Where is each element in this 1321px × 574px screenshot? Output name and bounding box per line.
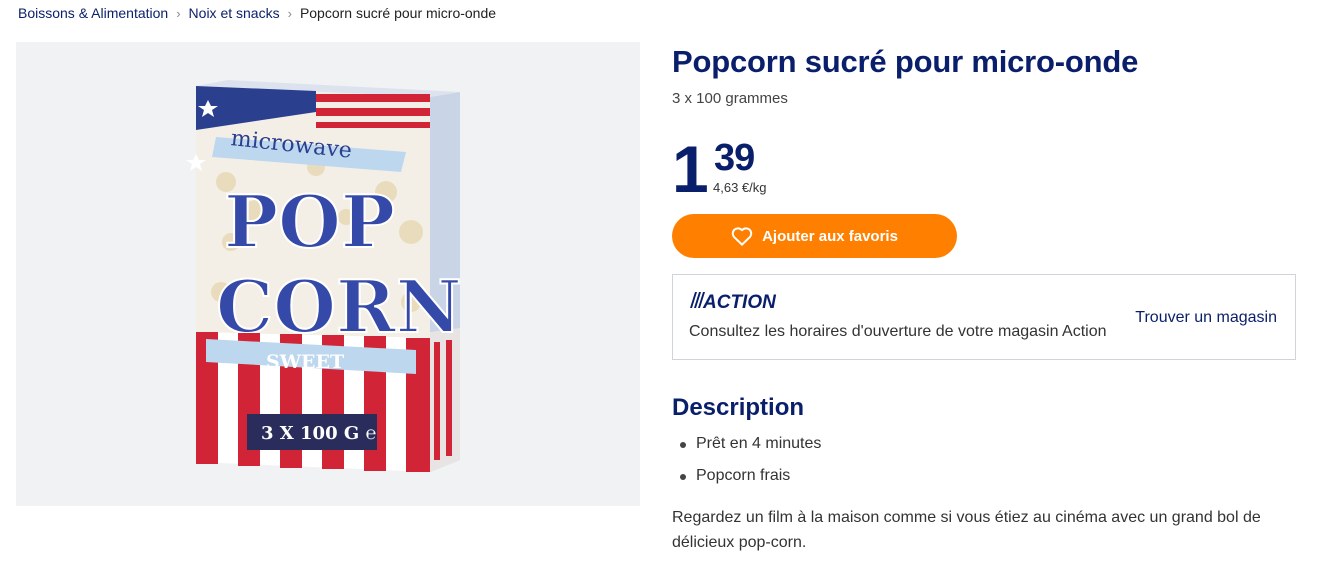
breadcrumb: Boissons & Alimentation › Noix et snacks… <box>18 5 496 21</box>
find-store-link[interactable]: Trouver un magasin <box>1135 309 1277 327</box>
bullet-dot-icon <box>680 442 686 448</box>
store-hours-text: Consultez les horaires d'ouverture de vo… <box>689 323 1107 340</box>
bullet-text: Popcorn frais <box>696 467 791 484</box>
breadcrumb-current: Popcorn sucré pour micro-onde <box>299 5 497 21</box>
bullet-text: Prêt en 4 minutes <box>696 435 822 452</box>
chevron-right-icon: › <box>287 5 292 21</box>
description-heading: Description <box>672 394 805 421</box>
action-logo-text: ACTION <box>702 292 777 311</box>
list-item: Prêt en 4 minutes <box>680 434 821 466</box>
add-to-favorites-button[interactable]: Ajouter aux favoris <box>672 214 957 258</box>
store-finder-box: ACTION Consultez les horaires d'ouvertur… <box>672 274 1296 360</box>
description-text: Regardez un film à la maison comme si vo… <box>672 509 1261 551</box>
box-label-qty: 3 X 100 G ℮ <box>261 423 377 444</box>
box-label-pop: POP <box>224 179 395 264</box>
page-title: Popcorn sucré pour micro-onde <box>672 44 1139 79</box>
breadcrumb-link-noix[interactable]: Noix et snacks <box>189 5 280 21</box>
description-bullets: Prêt en 4 minutes Popcorn frais <box>680 434 821 498</box>
action-logo: ACTION <box>690 292 777 311</box>
heart-icon <box>731 227 753 246</box>
breadcrumb-link-boissons[interactable]: Boissons & Alimentation <box>18 5 168 21</box>
chevron-right-icon: › <box>176 5 181 21</box>
price-per-kg: 4,63 €/kg <box>713 180 767 195</box>
list-item: Popcorn frais <box>680 466 821 498</box>
price-decimal: 39 <box>714 137 755 179</box>
popcorn-box-illustration: microwave POP CORN SWEET 3 X 100 G ℮ <box>186 80 463 472</box>
product-image[interactable]: microwave POP CORN SWEET 3 X 100 G ℮ <box>16 42 640 506</box>
add-to-favorites-label: Ajouter aux favoris <box>762 227 898 245</box>
bullet-dot-icon <box>680 474 686 480</box>
price-integer: 1 <box>672 132 709 206</box>
box-label-sweet: SWEET <box>266 351 344 373</box>
product-quantity: 3 x 100 grammes <box>672 90 788 107</box>
